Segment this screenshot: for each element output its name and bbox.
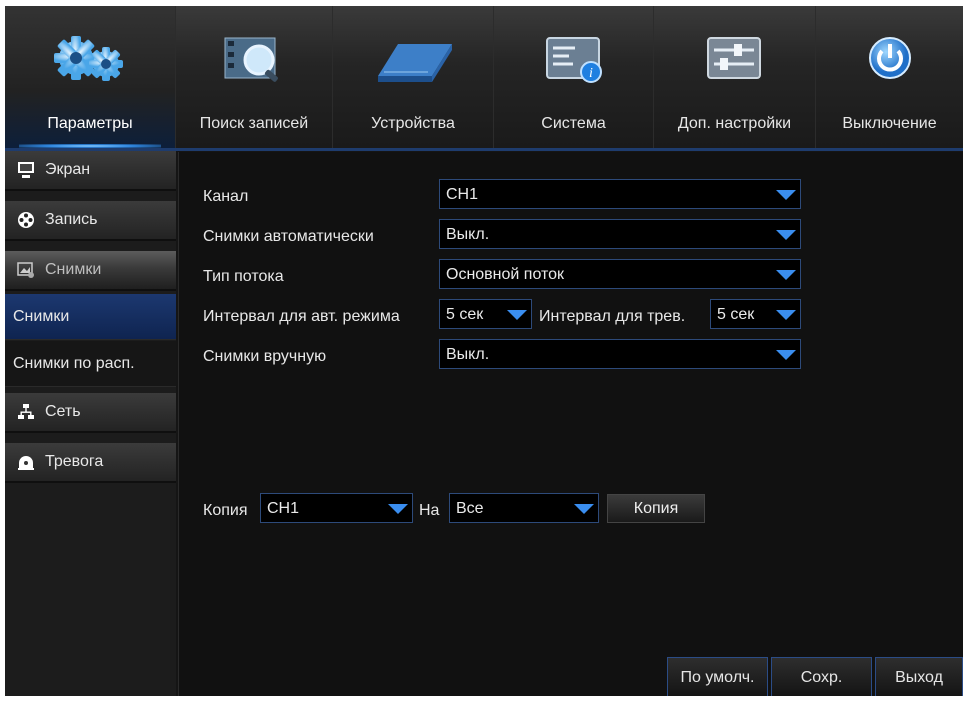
chevron-down-icon [568,494,598,522]
tab-label: Поиск записей [199,115,309,132]
alarm-interval-label: Интервал для трев. [539,308,686,325]
sidebar-subitem-label: Снимки [13,308,70,325]
sidebar-item-label: Экран [45,161,91,178]
sidebar-item-network[interactable]: Сеть [5,393,176,433]
svg-text:i: i [589,66,593,81]
alarm-icon [18,456,34,470]
sidebar-item-label: Снимки [45,261,102,278]
stream-type-label: Тип потока [203,268,284,285]
sidebar-subitem-label: Снимки по расп. [13,355,135,372]
tab-label: Доп. настройки [677,115,792,132]
sliders-icon [706,37,761,79]
channel-select[interactable]: CH1 [439,179,801,209]
hard-drive-icon [378,44,452,82]
tab-parameters[interactable]: Параметры [5,6,176,148]
chevron-down-icon [501,300,531,328]
tab-label: Выключение [842,115,937,132]
sidebar-item-label: Сеть [45,403,81,420]
sidebar-item-snapshots[interactable]: Снимки [5,251,176,291]
stream-type-value: Основной поток [446,266,565,283]
sidebar-item-alarm[interactable]: Тревога [5,443,176,483]
sidebar-item-screen[interactable]: Экран [5,151,176,191]
copy-button[interactable]: Копия [607,494,705,523]
chevron-down-icon [770,340,800,368]
copy-to-label: На [419,502,440,519]
chevron-down-icon [770,220,800,248]
manual-snapshots-value: Выкл. [446,346,490,363]
tab-label: Устройства [371,115,455,132]
auto-interval-label: Интервал для авт. режима [203,308,400,325]
top-navigation: Параметры Поиск записей Устройства i Сис… [5,6,963,148]
tab-label: Параметры [47,115,133,132]
power-icon [868,37,911,79]
monitor-icon [18,162,34,178]
manual-snapshots-label: Снимки вручную [203,348,327,365]
auto-snapshots-select[interactable]: Выкл. [439,219,801,249]
tab-system[interactable]: i Система [494,6,654,148]
sidebar-subitem-scheduled-snapshots[interactable]: Снимки по расп. [5,341,176,387]
sidebar-item-label: Запись [45,211,98,228]
default-button[interactable]: По умолч. [667,657,768,696]
film-search-icon [224,37,278,82]
auto-interval-select[interactable]: 5 сек [439,299,532,329]
sidebar-item-label: Тревога [45,453,104,470]
chevron-down-icon [382,494,412,522]
chevron-down-icon [770,300,800,328]
copy-to-value: Все [456,500,484,517]
stream-type-select[interactable]: Основной поток [439,259,801,289]
auto-snapshots-label: Снимки автоматически [203,228,374,245]
exit-button[interactable]: Выход [875,657,963,696]
sidebar-subitem-snapshots[interactable]: Снимки [5,294,176,340]
tab-label: Система [541,115,606,132]
copy-label: Копия [203,502,248,519]
dvr-settings-screen: Параметры Поиск записей Устройства i Сис… [5,6,963,696]
gears-icon [54,36,123,81]
sidebar: Экран Запись Снимки Снимки Снимки по рас… [5,151,176,696]
snapshot-settings-panel: Канал CH1 Снимки автоматически Выкл. Тип… [178,152,963,696]
copy-from-value: CH1 [267,500,300,517]
image-settings-icon [17,262,34,278]
manual-snapshots-select[interactable]: Выкл. [439,339,801,369]
copy-from-select[interactable]: CH1 [260,493,413,523]
sidebar-item-record[interactable]: Запись [5,201,176,241]
save-button[interactable]: Сохр. [771,657,872,696]
alarm-interval-value: 5 сек [717,306,755,323]
alarm-interval-select[interactable]: 5 сек [710,299,801,329]
network-icon [18,404,34,419]
copy-to-select[interactable]: Все [449,493,599,523]
channel-value: CH1 [446,186,479,203]
film-reel-icon [18,212,34,228]
tab-record-search[interactable]: Поиск записей [176,6,333,148]
channel-label: Канал [203,188,249,205]
auto-snapshots-value: Выкл. [446,226,490,243]
chevron-down-icon [770,180,800,208]
chevron-down-icon [770,260,800,288]
auto-interval-value: 5 сек [446,306,484,323]
tab-devices[interactable]: Устройства [333,6,494,148]
tab-advanced-settings[interactable]: Доп. настройки [654,6,816,148]
tab-shutdown[interactable]: Выключение [816,6,963,148]
system-info-icon: i [545,37,602,83]
